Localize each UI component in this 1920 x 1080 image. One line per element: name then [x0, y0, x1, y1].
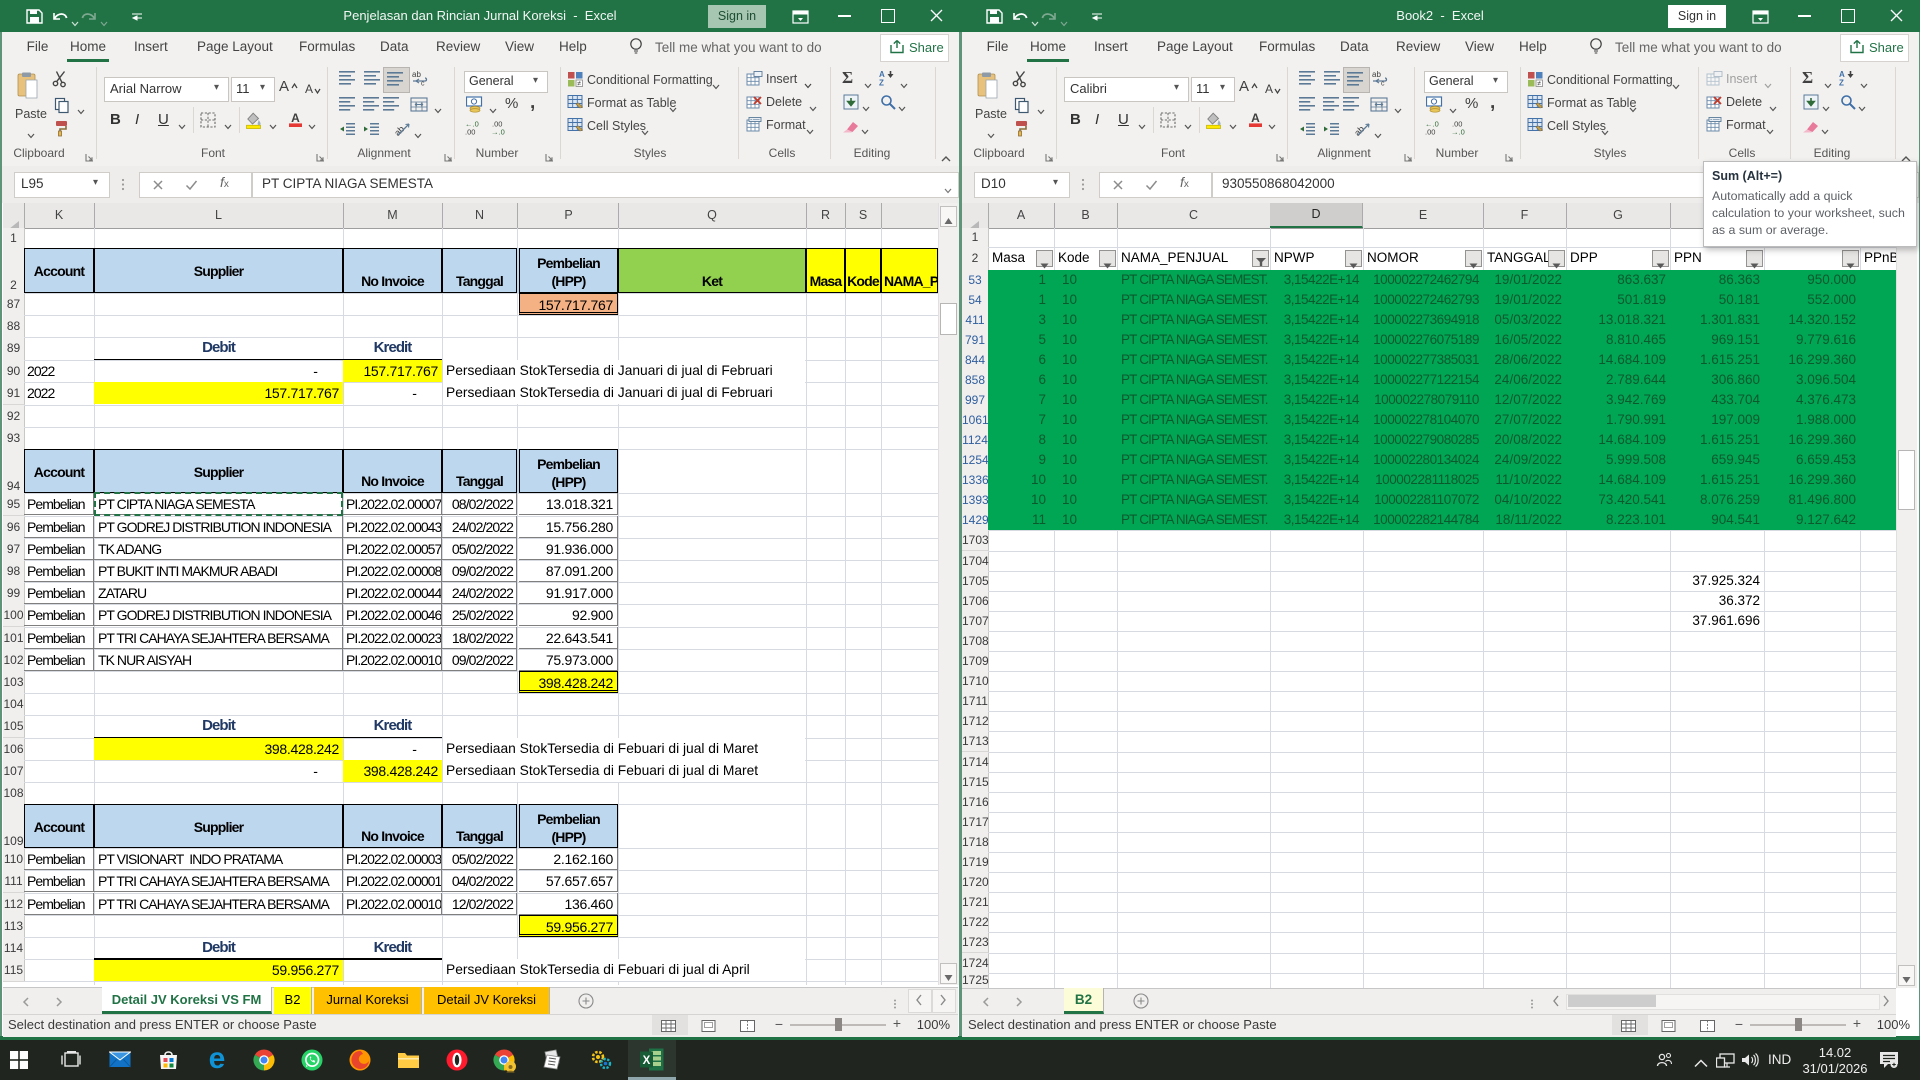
- svg-text:Z: Z: [1839, 79, 1844, 87]
- svg-text:A: A: [1251, 111, 1260, 125]
- svg-text:ab: ab: [395, 124, 406, 137]
- svg-text:.00: .00: [465, 128, 475, 136]
- svg-text:X: X: [643, 1055, 651, 1067]
- svg-text:c: c: [421, 81, 425, 87]
- svg-text:.00: .00: [1425, 128, 1435, 136]
- svg-text:→.0: →.0: [491, 128, 505, 136]
- svg-text:c: c: [1381, 81, 1385, 87]
- svg-text:A: A: [291, 111, 300, 125]
- svg-text:ab: ab: [412, 70, 421, 79]
- svg-text:≠: ≠: [577, 81, 581, 88]
- svg-text:ab: ab: [1355, 124, 1366, 137]
- svg-text:ab: ab: [1372, 70, 1381, 79]
- svg-text:→.0: →.0: [1451, 128, 1465, 136]
- svg-text:≠: ≠: [1537, 81, 1541, 88]
- svg-text:Z: Z: [879, 79, 884, 87]
